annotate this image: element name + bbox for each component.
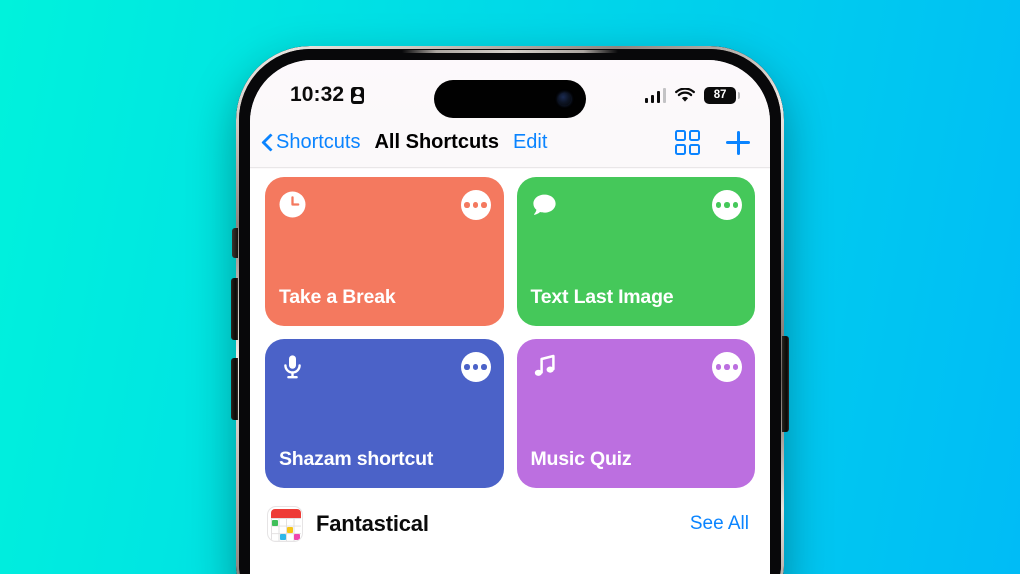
message-bubble-icon bbox=[531, 191, 558, 218]
volume-up-button[interactable] bbox=[231, 278, 238, 340]
front-camera-icon bbox=[558, 92, 571, 106]
shortcut-card-label: Text Last Image bbox=[530, 286, 674, 308]
back-button[interactable]: Shortcuts bbox=[262, 131, 360, 154]
battery-icon: 87 bbox=[704, 86, 740, 104]
ellipsis-icon[interactable] bbox=[712, 190, 742, 220]
shortcut-card-label: Take a Break bbox=[279, 286, 396, 308]
status-bar-indicators: 87 bbox=[644, 86, 740, 104]
shortcut-card-shazam-shortcut[interactable]: Shazam shortcut bbox=[265, 339, 504, 488]
edit-button[interactable]: Edit bbox=[513, 131, 547, 154]
app-section-header: Fantastical See All bbox=[265, 506, 755, 542]
shortcut-card-label: Shazam shortcut bbox=[279, 448, 434, 470]
volume-down-button[interactable] bbox=[231, 358, 238, 420]
mute-switch-button[interactable] bbox=[232, 228, 238, 258]
app-name-label: Fantastical bbox=[316, 511, 429, 536]
nav-actions bbox=[674, 129, 757, 156]
music-note-icon bbox=[531, 353, 558, 380]
ellipsis-icon[interactable] bbox=[712, 352, 742, 382]
back-button-label: Shortcuts bbox=[276, 131, 361, 153]
battery-level-label: 87 bbox=[713, 89, 727, 101]
antenna-seam bbox=[402, 50, 618, 53]
ellipsis-icon[interactable] bbox=[460, 352, 491, 382]
shortcut-card-text-last-image[interactable]: Text Last Image bbox=[516, 177, 755, 326]
shortcut-card-music-quiz[interactable]: Music Quiz bbox=[516, 339, 755, 488]
plus-icon[interactable] bbox=[726, 130, 750, 155]
focus-person-icon bbox=[351, 86, 365, 104]
navigation-bar: Shortcuts All Shortcuts Edit bbox=[250, 118, 770, 168]
ellipsis-icon[interactable] bbox=[460, 190, 491, 220]
fantastical-calendar-icon bbox=[267, 506, 303, 542]
status-bar-time: 10:32 bbox=[290, 83, 345, 106]
page-title: All Shortcuts bbox=[374, 131, 499, 153]
clock-icon bbox=[279, 191, 306, 218]
shortcuts-grid: Take a Break Text Last Image Shazam shor… bbox=[265, 177, 755, 488]
chevron-left-icon bbox=[262, 133, 273, 152]
power-button[interactable] bbox=[782, 336, 789, 432]
screenshot-stage: 10:32 87 Shortcuts All Shortcuts Edit Ta… bbox=[0, 0, 1020, 574]
cellular-signal-icon bbox=[644, 87, 666, 103]
shortcut-card-take-a-break[interactable]: Take a Break bbox=[265, 177, 504, 326]
grid-view-icon[interactable] bbox=[674, 129, 700, 156]
shortcut-card-label: Music Quiz bbox=[530, 448, 632, 470]
wifi-icon bbox=[675, 87, 695, 103]
status-bar-time-group: 10:32 bbox=[290, 83, 365, 107]
shortcuts-content: Take a Break Text Last Image Shazam shor… bbox=[250, 169, 770, 574]
phone-screen: 10:32 87 Shortcuts All Shortcuts Edit Ta… bbox=[250, 60, 770, 574]
dynamic-island[interactable] bbox=[434, 80, 586, 118]
iphone-device-frame: 10:32 87 Shortcuts All Shortcuts Edit Ta… bbox=[231, 46, 789, 574]
see-all-button[interactable]: See All bbox=[690, 513, 753, 535]
microphone-icon bbox=[279, 353, 306, 380]
